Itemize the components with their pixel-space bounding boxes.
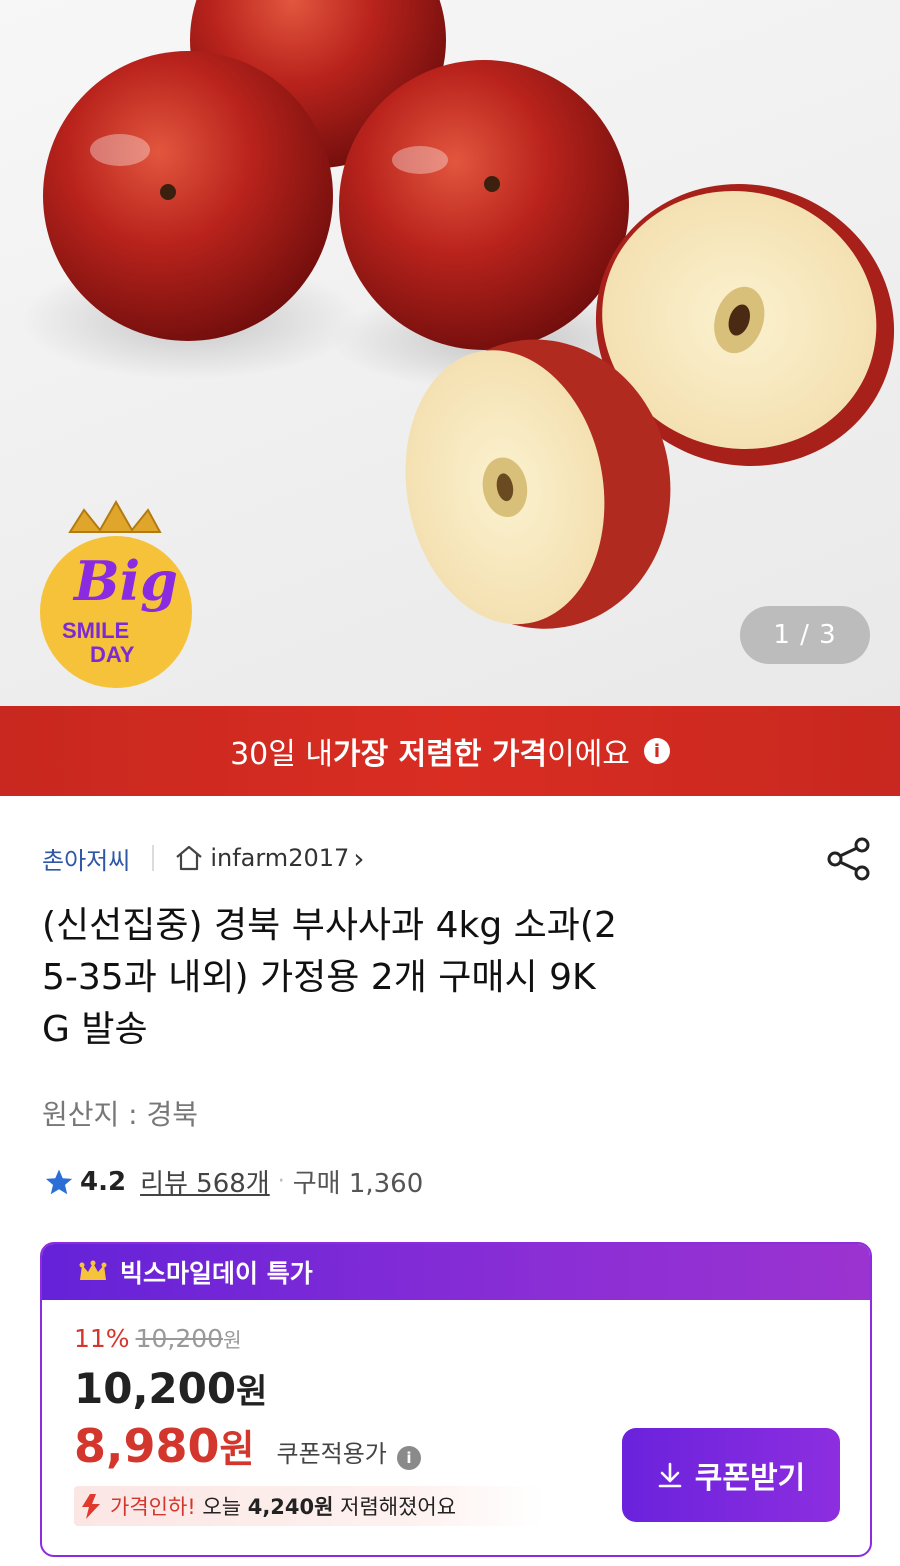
arrow-down-icon (82, 1494, 100, 1519)
separator-dot: · (277, 1169, 285, 1194)
coupon-price-unit: 원 (219, 1427, 255, 1471)
original-price: 10,200 (135, 1324, 224, 1353)
download-icon (658, 1462, 682, 1488)
home-icon (176, 845, 203, 871)
coupon-price-amount: 8,980 (74, 1419, 220, 1473)
banner-text-1: 30일 내 (230, 737, 333, 772)
sale-price-unit: 원 (236, 1372, 268, 1412)
brand-link[interactable]: 촌아저씨 (42, 841, 130, 876)
image-counter: 1 / 3 (740, 606, 870, 664)
deal-card: 빅스마일데이 특가 11% 10,200 원 10,200원 8,980 원 쿠폰… (40, 1242, 872, 1557)
big-smile-day-badge: Big SMILE DAY (28, 480, 218, 690)
price-drop-notice: 가격인하! 오늘 4,240원 저렴해졌어요 (74, 1486, 544, 1526)
rating-row: 4.2 리뷰 568개 · 구매 1,360 (44, 1163, 423, 1200)
product-title-line: 5-35과 내외) 가정용 2개 구매시 9K (42, 957, 596, 998)
product-image-carousel[interactable]: Big SMILE DAY 1 / 3 (0, 0, 900, 706)
price-drop-suffix: 저렴해졌어요 (333, 1495, 457, 1519)
seller-row: 촌아저씨 infarm2017 › (42, 838, 364, 878)
product-title-line: (신선집중) 경북 부사사과 4kg 소과(2 (42, 905, 617, 946)
lowest-price-banner[interactable]: 30일 내 가장 저렴한 가격 이에요 i (0, 706, 900, 796)
badge-line1: SMILE (62, 618, 129, 643)
coupon-price: 8,980 원 쿠폰적용가 i (74, 1418, 421, 1473)
badge-script: Big (72, 549, 178, 613)
deal-header-label: 빅스마일데이 특가 (120, 1259, 313, 1288)
info-icon[interactable]: i (643, 738, 670, 764)
rating-score: 4.2 (80, 1166, 127, 1197)
price-drop-amount: 4,240원 (247, 1495, 334, 1519)
coupon-price-label: 쿠폰적용가 (276, 1440, 387, 1468)
sale-price: 10,200원 (74, 1364, 267, 1413)
reviews-link[interactable]: 리뷰 568개 (140, 1163, 270, 1200)
info-icon[interactable]: i (396, 1446, 421, 1470)
banner-text-2: 이에요 (547, 737, 630, 772)
product-title: (신선집중) 경북 부사사과 4kg 소과(2 5-35과 내외) 가정용 2개… (42, 900, 822, 1056)
deal-header: 빅스마일데이 특가 (42, 1244, 870, 1300)
discount-line: 11% 10,200 원 (74, 1324, 241, 1353)
shop-name: infarm2017 (210, 844, 350, 872)
purchase-count: 구매 1,360 (292, 1169, 424, 1199)
banner-text-bold: 가장 저렴한 가격 (333, 737, 548, 772)
discount-percent: 11% (74, 1324, 130, 1353)
crown-icon (79, 1260, 107, 1280)
price-drop-label: 가격인하! (110, 1495, 196, 1519)
sale-price-amount: 10,200 (74, 1364, 237, 1413)
badge-line2: DAY (90, 642, 135, 667)
get-coupon-label: 쿠폰받기 (694, 1462, 806, 1495)
get-coupon-button[interactable]: 쿠폰받기 (622, 1428, 840, 1522)
origin-text: 원산지 : 경북 (42, 1098, 199, 1131)
original-price-unit: 원 (223, 1328, 242, 1352)
divider (152, 845, 155, 871)
share-icon[interactable] (826, 836, 872, 882)
price-drop-today: 오늘 (195, 1495, 248, 1519)
product-title-line: G 발송 (42, 1009, 148, 1050)
chevron-right-icon: › (353, 841, 365, 875)
star-icon (45, 1169, 73, 1194)
shop-link[interactable]: infarm2017 › (174, 842, 364, 875)
